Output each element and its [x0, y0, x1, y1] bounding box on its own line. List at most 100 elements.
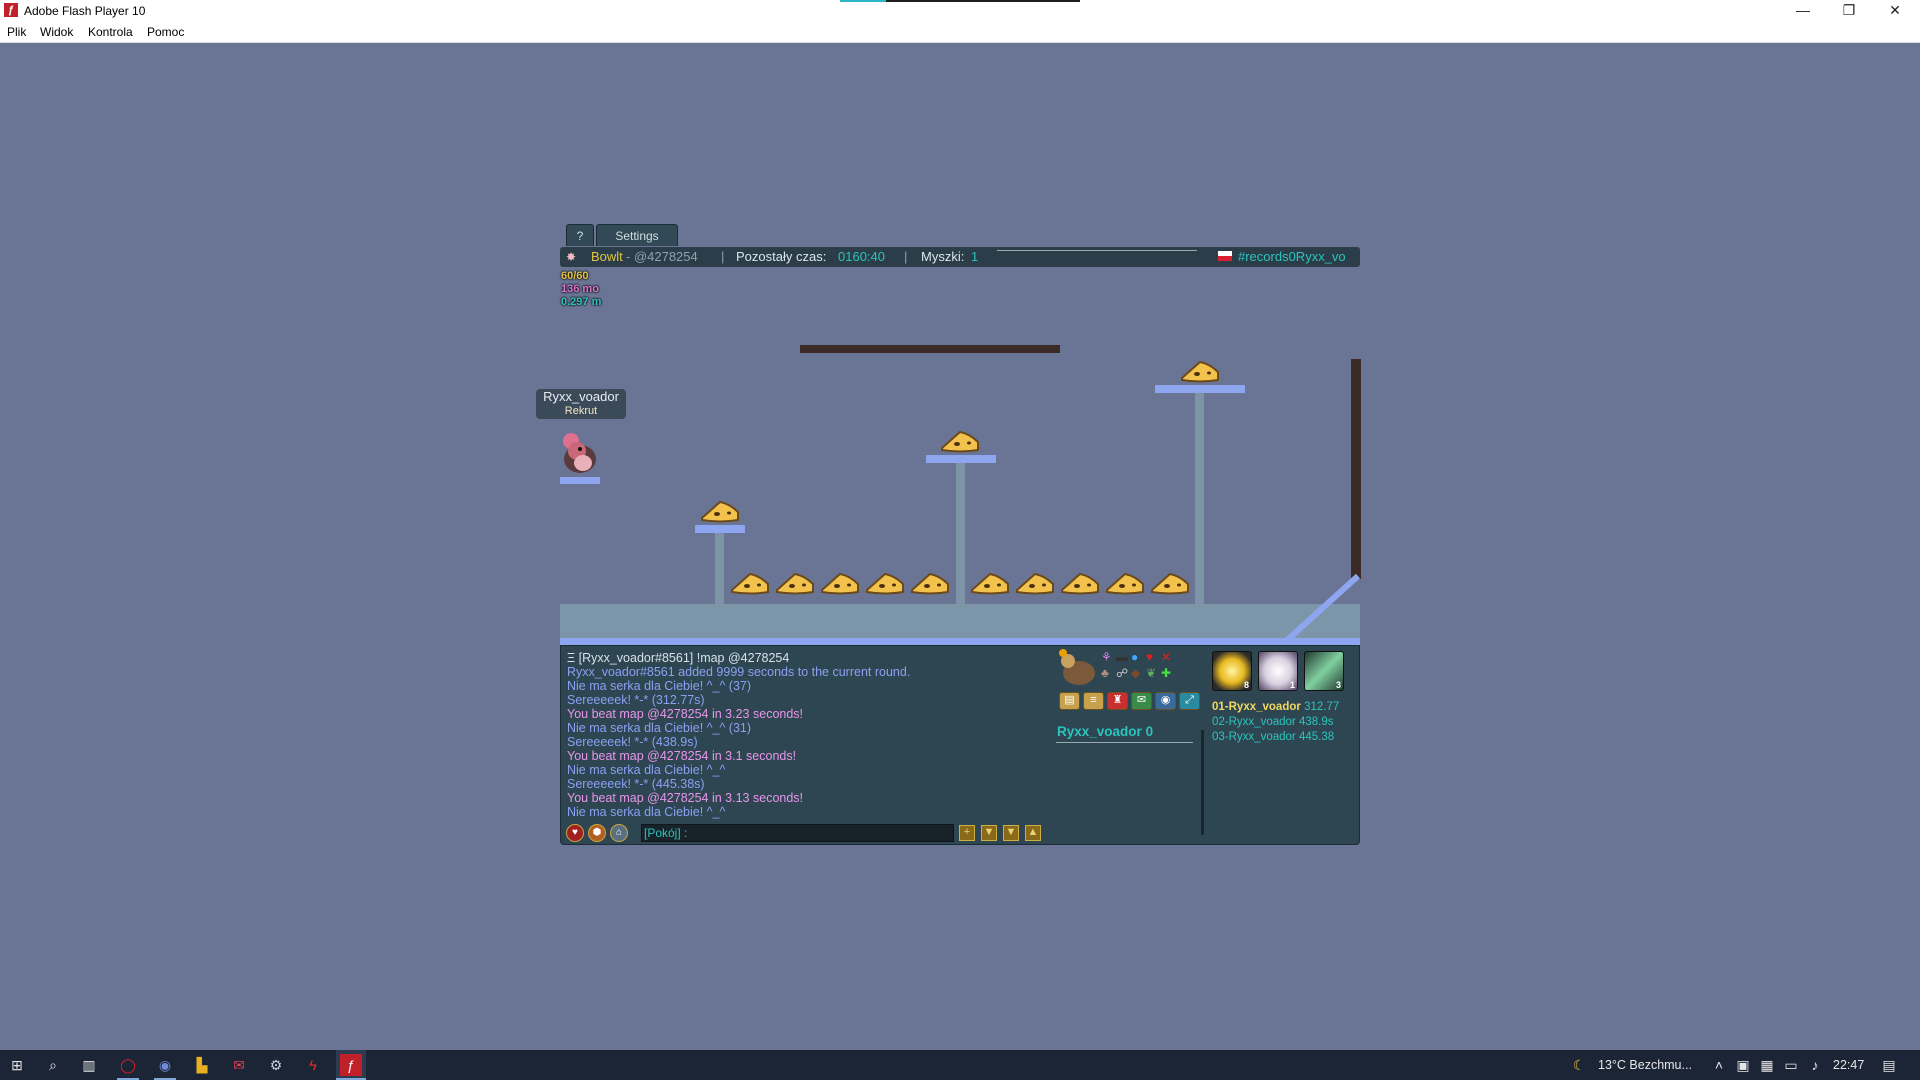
ramp	[1282, 573, 1360, 644]
chat-message: Ryxx_voador#8561 added 9999 seconds to t…	[567, 665, 911, 679]
fullscreen-icon[interactable]: ⤢	[1179, 692, 1200, 710]
spawn-platform	[560, 477, 600, 484]
help-tab[interactable]: ?	[566, 224, 594, 246]
player-nick: Ryxx_voador	[543, 389, 619, 404]
time-label: Pozostały czas:	[736, 249, 827, 264]
cheese-icon	[1061, 573, 1099, 595]
player-avatar[interactable]	[1055, 649, 1101, 689]
platform	[926, 455, 996, 463]
chat-log[interactable]: Ξ [Ryxx_voador#8561] !map @4278254 Ryxx_…	[567, 651, 1047, 819]
tray-icon[interactable]: ▦	[1756, 1054, 1778, 1076]
discord-icon[interactable]: ◉	[154, 1054, 176, 1076]
menu-kontrola[interactable]: Kontrola	[88, 25, 133, 39]
tool-icon[interactable]: ☍	[1116, 666, 1128, 680]
ranking-row[interactable]: 03-Ryxx_voador 445.38	[1212, 730, 1339, 745]
chat-message: Ξ [Ryxx_voador#8561] !map @4278254	[567, 651, 790, 665]
steam-icon[interactable]: ⚙	[265, 1054, 287, 1076]
time-value: 0160:40	[838, 249, 885, 264]
chat-input[interactable]: [Pokój] :	[641, 824, 954, 842]
pole	[715, 532, 724, 604]
platform	[695, 525, 745, 533]
chat-message: You beat map @4278254 in 3.13 seconds!	[567, 791, 804, 805]
title-bar: ƒ Adobe Flash Player 10 — ❐ ✕	[0, 0, 1920, 22]
arrow-up-button-icon[interactable]: ▲	[1025, 825, 1041, 841]
bar-icon[interactable]: ▬	[1116, 650, 1128, 664]
mice-value: 1	[971, 249, 979, 264]
notifications-icon[interactable]: ▤	[1878, 1054, 1900, 1076]
badge-count: 3	[1335, 680, 1341, 690]
settings-tab[interactable]: Settings	[596, 224, 678, 246]
task-view-icon[interactable]: ▥	[78, 1054, 100, 1076]
cheese-icon	[971, 573, 1009, 595]
cheese-icon	[731, 573, 769, 595]
flash-tool-icon[interactable]: ϟ	[302, 1054, 324, 1076]
close-icon[interactable]: ✕	[1872, 0, 1918, 22]
info-divider	[997, 250, 1197, 251]
chat-icon[interactable]: ✉	[1131, 692, 1152, 710]
app-icon[interactable]: ▙	[191, 1054, 213, 1076]
chat-message: You beat map @4278254 in 3.23 seconds!	[567, 707, 804, 721]
windows-start-icon[interactable]: ⊞	[6, 1054, 28, 1076]
window-title: Adobe Flash Player 10	[24, 4, 146, 18]
shop-icon[interactable]: ▤	[1059, 692, 1080, 710]
chevron-up-icon[interactable]: ˄	[1708, 1054, 1730, 1076]
heart-button-icon[interactable]: ♥	[566, 824, 584, 842]
tray-icon[interactable]: ▣	[1732, 1054, 1754, 1076]
moon-icon: ☾	[1572, 1057, 1586, 1073]
badge-count: 8	[1243, 680, 1249, 690]
menu-bar: Plik Widok Kontrola Pomoc	[0, 22, 1920, 43]
sun-badge-icon[interactable]: 8	[1212, 651, 1252, 691]
bunny-badge-icon[interactable]: 1	[1258, 651, 1298, 691]
fairy-icon[interactable]: ⚘	[1101, 650, 1112, 664]
drop-icon[interactable]: ●	[1131, 650, 1138, 664]
menu-widok[interactable]: Widok	[40, 25, 73, 39]
map-info-bar: ✸ Bowlt - @4278254 | Pozostały czas: 016…	[560, 247, 1360, 267]
weather-text[interactable]: 13°C Bezchmu...	[1598, 1058, 1692, 1072]
chat-message: Nie ma serka dla Ciebie! ^_^ (31)	[567, 721, 752, 735]
map-author[interactable]: Bowlt	[591, 247, 623, 267]
cheese-icon	[1106, 573, 1144, 595]
plus-icon[interactable]: ✚	[1161, 666, 1171, 680]
cheese-icon	[866, 573, 904, 595]
opera-icon[interactable]: ◯	[117, 1054, 139, 1076]
menu-pomoc[interactable]: Pomoc	[147, 25, 184, 39]
cross-icon[interactable]: ✕	[1161, 650, 1171, 664]
mail-icon[interactable]: ✉	[228, 1054, 250, 1076]
room-name[interactable]: #records0Ryxx_vo	[1238, 247, 1346, 267]
pole	[956, 462, 965, 604]
player-rank: Rekrut	[564, 405, 598, 417]
discord-icon[interactable]: ◉	[1155, 692, 1176, 710]
tool-icon[interactable]: ♣	[1101, 666, 1109, 680]
minimize-icon[interactable]: —	[1780, 0, 1826, 22]
search-icon[interactable]: ⌕	[42, 1054, 64, 1076]
map-code: - @4278254	[626, 249, 698, 264]
flash-icon[interactable]: ƒ	[340, 1054, 362, 1076]
ranking-row[interactable]: 02-Ryxx_voador 438.9s	[1212, 715, 1339, 730]
leaf-icon[interactable]: ❦	[1146, 666, 1156, 680]
distance-counter: 0.297 m	[561, 296, 602, 308]
clock[interactable]: 22:47	[1833, 1058, 1864, 1072]
taskbar: ⊞ ⌕ ▥ ◯ ◉ ▙ ✉ ⚙ ϟ ƒ ☾ 13°C Bezchmu... ˄ …	[0, 1050, 1920, 1080]
volume-icon[interactable]: ♪	[1804, 1054, 1826, 1076]
home-button-icon[interactable]: ⌂	[610, 824, 628, 842]
dark-wall	[1351, 359, 1361, 579]
plus-button-icon[interactable]: +	[959, 825, 975, 841]
restore-icon[interactable]: ❐	[1826, 0, 1872, 22]
wand-badge-icon[interactable]: 3	[1304, 651, 1344, 691]
shield-button-icon[interactable]: ⬢	[588, 824, 606, 842]
arrow-down-button-icon[interactable]: ▼	[1003, 825, 1019, 841]
title-progress-bar	[840, 0, 1080, 2]
platform	[1155, 385, 1245, 393]
memory-counter: 136 mo	[561, 283, 599, 295]
pole	[1195, 393, 1204, 604]
network-icon[interactable]: ▭	[1780, 1054, 1802, 1076]
cheese-icon	[821, 573, 859, 595]
ranking-row[interactable]: 01-Ryxx_voador 312.77	[1212, 700, 1339, 715]
heart-icon[interactable]: ♥	[1146, 650, 1153, 664]
arrow-down-button-icon[interactable]: ▼	[981, 825, 997, 841]
tribe-icon[interactable]: ♜	[1107, 692, 1128, 710]
chat-message: You beat map @4278254 in 3.1 seconds!	[567, 749, 797, 763]
list-icon[interactable]: ≡	[1083, 692, 1104, 710]
tool-icon[interactable]: ◆	[1131, 666, 1140, 680]
menu-plik[interactable]: Plik	[7, 25, 26, 39]
